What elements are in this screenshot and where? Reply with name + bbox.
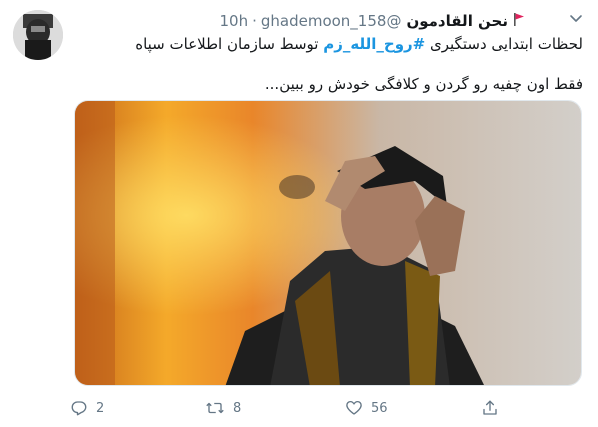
- text-prefix: لحظات ابتدایی دستگیری: [430, 35, 583, 53]
- caret-down-icon[interactable]: [568, 10, 584, 26]
- tweet-header: نحن القادمون @ghademoon_158 · 10h: [75, 8, 525, 34]
- tweet-text-line1: لحظات ابتدایی دستگیری #روح_الله_زم توسط …: [75, 34, 583, 54]
- like-button[interactable]: 56: [345, 396, 388, 420]
- share-button[interactable]: [481, 396, 499, 420]
- reply-count: 2: [96, 400, 105, 416]
- tweet-text: لحظات ابتدایی دستگیری #روح_الله_زم توسط …: [75, 34, 583, 94]
- display-name[interactable]: نحن القادمون: [406, 12, 508, 30]
- retweet-count: 8: [233, 400, 242, 416]
- tweet-media[interactable]: [74, 100, 582, 386]
- retweet-button[interactable]: 8: [205, 396, 241, 420]
- media-image: [75, 101, 581, 385]
- hashtag-link[interactable]: #روح_الله_زم: [323, 35, 425, 53]
- text-suffix: توسط سازمان اطلاعات سپاه: [135, 35, 319, 53]
- reply-icon: [70, 399, 88, 417]
- handle[interactable]: @ghademoon_158: [261, 12, 402, 30]
- like-count: 56: [371, 400, 388, 416]
- avatar[interactable]: [13, 10, 63, 60]
- reply-button[interactable]: 2: [70, 396, 104, 420]
- separator: ·: [252, 12, 257, 30]
- retweet-icon: [205, 399, 225, 417]
- share-icon: [481, 399, 499, 417]
- tweet-actions: 2 8 56: [70, 396, 510, 420]
- like-icon: [345, 399, 363, 417]
- tweet-text-line3: فقط اون چفیه رو گردن و کلافگی خودش رو بب…: [264, 75, 583, 93]
- flag-icon: [513, 12, 525, 31]
- timestamp[interactable]: 10h: [219, 12, 248, 30]
